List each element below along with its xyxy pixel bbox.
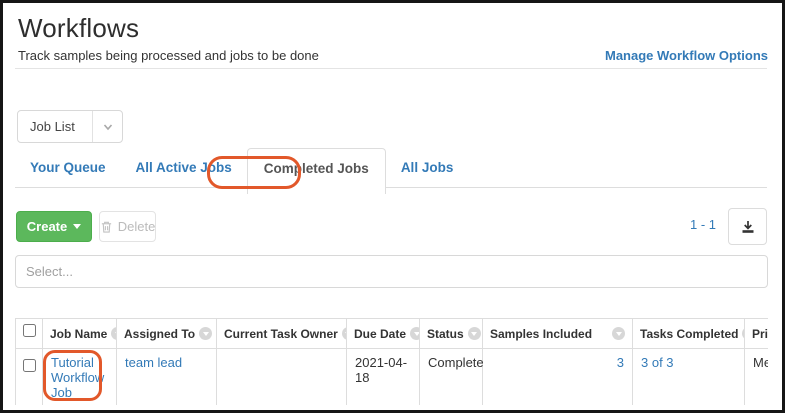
select-all-checkbox[interactable] [23,324,36,337]
workflows-page: Workflows Track samples being processed … [3,3,782,410]
column-header-tasks-completed[interactable]: Tasks Completed [633,319,745,349]
cell-samples-included: 3 [483,349,633,406]
create-button[interactable]: Create [16,211,92,242]
job-list-label: Job List [18,119,92,134]
tab-all-jobs[interactable]: All Jobs [386,148,469,187]
samples-included-link[interactable]: 3 [617,355,624,370]
cell-job-name: Tutorial Workflow Job [43,349,117,406]
column-header-due-date[interactable]: Due Date [347,319,420,349]
tasks-completed-link[interactable]: 3 of 3 [641,355,674,370]
jobs-grid: Job Name Assigned To Current Task Owner … [15,318,768,405]
cell-priority: Medium [745,349,769,406]
tab-label: Completed Jobs [264,161,369,176]
page-title: Workflows [18,13,139,44]
tab-label: Your Queue [30,160,106,175]
tab-bar: Your Queue All Active Jobs Completed Job… [15,148,468,194]
cell-assigned-to: team lead [117,349,217,406]
caret-down-icon [73,224,81,229]
column-header-job-name[interactable]: Job Name [43,319,117,349]
filter-select-input[interactable] [15,255,768,288]
column-header-status[interactable]: Status [420,319,483,349]
tab-your-queue[interactable]: Your Queue [15,148,121,187]
column-menu-icon[interactable] [612,327,625,340]
column-header-assigned-to[interactable]: Assigned To [117,319,217,349]
cell-due-date: 2021-04-18 [347,349,420,406]
tab-label: All Jobs [401,160,454,175]
cell-tasks-completed: 3 of 3 [633,349,745,406]
column-menu-icon[interactable] [199,327,212,340]
export-button[interactable] [728,208,767,245]
tab-label: All Active Jobs [136,160,232,175]
trash-icon [100,220,113,234]
column-menu-icon[interactable] [342,327,347,340]
cell-status: Complete [420,349,483,406]
job-list-dropdown[interactable]: Job List [17,110,123,143]
row-checkbox[interactable] [23,359,36,372]
create-button-label: Create [27,219,67,234]
column-menu-icon[interactable] [410,327,419,340]
table-row: Tutorial Workflow Job team lead 2021-04-… [16,349,769,406]
delete-button[interactable]: Delete [99,211,156,242]
tab-all-active-jobs[interactable]: All Active Jobs [121,148,247,187]
cell-current-task-owner [217,349,347,406]
assigned-to-link[interactable]: team lead [125,355,182,370]
job-name-link[interactable]: Tutorial Workflow Job [51,355,104,400]
column-menu-icon[interactable] [468,327,481,340]
chevron-down-icon[interactable] [92,111,122,142]
column-menu-icon[interactable] [111,327,116,340]
download-icon [740,219,756,235]
manage-workflow-options-link[interactable]: Manage Workflow Options [605,48,768,63]
pagination-range[interactable]: 1 - 1 [690,217,716,232]
tab-completed-jobs[interactable]: Completed Jobs [247,148,386,194]
page-subtitle: Track samples being processed and jobs t… [18,48,319,63]
grid-header-row: Job Name Assigned To Current Task Owner … [16,319,769,349]
column-header-priority[interactable]: Priority [745,319,769,349]
column-header-current-task-owner[interactable]: Current Task Owner [217,319,347,349]
delete-button-label: Delete [118,219,156,234]
column-header-samples-included[interactable]: Samples Included [483,319,633,349]
header-divider [15,68,767,69]
